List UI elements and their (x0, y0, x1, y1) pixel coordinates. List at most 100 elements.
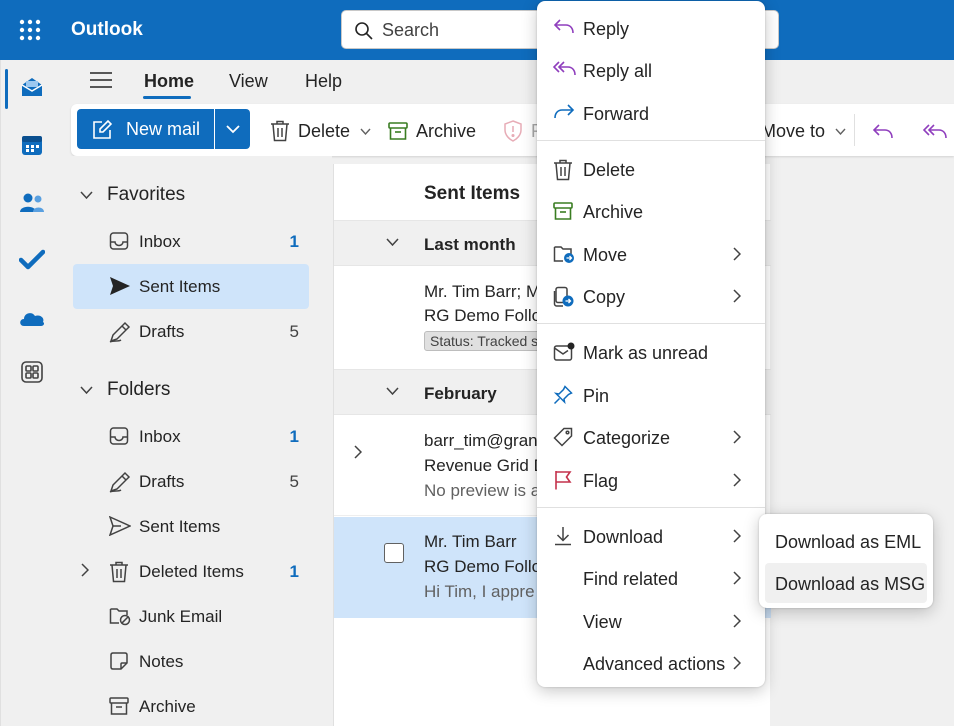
new-mail-dropdown-button[interactable] (215, 109, 250, 149)
reply-all-icon (553, 60, 577, 78)
folder-label: Drafts (139, 472, 185, 491)
folder-item-notes[interactable]: Notes (73, 639, 309, 684)
menu-item-move[interactable]: Move (537, 233, 765, 275)
favorite-item-sent-items[interactable]: Sent Items (73, 264, 309, 309)
menu-item-label: Copy (583, 287, 626, 307)
rail-active-indicator (5, 69, 8, 109)
menu-item-categorize[interactable]: Categorize (537, 416, 765, 458)
folder-item-junk-email[interactable]: Junk Email (73, 594, 309, 639)
menu-item-mark-as-unread[interactable]: Mark as unread (537, 331, 765, 373)
menu-item-copy[interactable]: Copy (537, 275, 765, 317)
todo-app-icon[interactable] (17, 245, 47, 275)
folder-label: Sent Items (139, 517, 221, 536)
menu-item-label: Reply (583, 19, 630, 39)
pin-icon (553, 385, 573, 405)
favorite-item-drafts[interactable]: Drafts 5 (73, 309, 309, 354)
new-mail-button[interactable]: New mail (77, 109, 214, 149)
tab-help[interactable]: Help (305, 71, 342, 92)
menu-item-view[interactable]: View (537, 600, 765, 642)
chevron-right-icon[interactable] (81, 563, 89, 577)
app-launcher-icon[interactable] (18, 18, 42, 42)
folder-item-archive[interactable]: Archive (73, 684, 309, 726)
mark-unread-icon (553, 342, 575, 362)
folder-label: Inbox (139, 427, 181, 446)
menu-item-label: Find related (583, 569, 679, 589)
calendar-app-icon[interactable] (17, 130, 47, 160)
new-mail-label: New mail (126, 119, 201, 139)
menu-item-label: Archive (583, 202, 644, 222)
folders-header[interactable]: Folders (80, 379, 170, 401)
more-apps-icon[interactable] (17, 357, 47, 387)
status-badge: Status: Tracked s (424, 331, 545, 351)
menu-item-label: Reply all (583, 61, 653, 81)
inbox-icon (109, 426, 129, 446)
favorites-header[interactable]: Favorites (80, 184, 185, 206)
menu-item-pin[interactable]: Pin (537, 374, 765, 416)
folder-label: Junk Email (139, 607, 223, 626)
menu-item-flag[interactable]: Flag (537, 459, 765, 501)
tab-view[interactable]: View (229, 71, 268, 92)
message-subject: Revenue Grid D (424, 456, 546, 475)
chevron-down-icon (386, 238, 399, 246)
drafts-icon (109, 471, 131, 493)
folder-item-deleted-items[interactable]: Deleted Items 1 (73, 549, 309, 594)
chevron-right-icon (733, 614, 741, 628)
notes-icon (109, 651, 129, 671)
menu-item-forward[interactable]: Forward (537, 92, 765, 134)
ribbon-tabs: Home View Help (62, 60, 954, 104)
copy-icon (553, 286, 575, 308)
favorite-item-inbox[interactable]: Inbox 1 (73, 219, 309, 264)
hamburger-menu-icon[interactable] (90, 71, 112, 89)
archive-button[interactable]: Archive (388, 119, 476, 143)
onedrive-app-icon[interactable] (17, 303, 47, 333)
menu-item-label: Mark as unread (583, 343, 709, 363)
search-input[interactable] (382, 18, 562, 42)
menu-item-archive[interactable]: Archive (537, 190, 765, 232)
inbox-icon (109, 231, 129, 251)
message-checkbox[interactable] (384, 543, 404, 563)
menu-divider (537, 323, 765, 324)
delete-button[interactable]: Delete (270, 119, 371, 143)
message-preview: Hi Tim, I appre (424, 582, 535, 601)
unread-count: 1 (289, 232, 299, 251)
reply-all-button[interactable] (922, 120, 948, 144)
mail-app-icon[interactable] (17, 72, 47, 102)
menu-divider (537, 507, 765, 508)
people-app-icon[interactable] (17, 188, 47, 218)
folder-item-drafts[interactable]: Drafts 5 (73, 459, 309, 504)
expand-thread-icon[interactable] (354, 445, 362, 459)
menu-item-find-related[interactable]: Find related (537, 557, 765, 599)
folder-label: Sent Items (139, 277, 221, 296)
message-list-title: Sent Items (424, 183, 521, 204)
shield-icon (503, 120, 523, 142)
reply-button[interactable] (872, 120, 894, 144)
folder-item-inbox[interactable]: Inbox 1 (73, 414, 309, 459)
menu-item-delete[interactable]: Delete (537, 148, 765, 190)
download-as-msg-option[interactable]: Download as MSG (765, 563, 927, 603)
move-to-button[interactable]: Move to (761, 119, 846, 143)
menu-item-advanced-actions[interactable]: Advanced actions (537, 642, 765, 684)
context-menu: Reply Reply all Forward Delete Archive M… (537, 1, 765, 687)
tag-icon (553, 427, 573, 447)
menu-item-reply[interactable]: Reply (537, 7, 765, 49)
app-title[interactable]: Outlook (71, 19, 143, 41)
reply-icon (872, 123, 894, 141)
move-icon (553, 244, 575, 264)
draft-count: 5 (289, 322, 299, 341)
folder-item-sent-items[interactable]: Sent Items (73, 504, 309, 549)
message-subject: RG Demo Follo (424, 306, 542, 325)
chevron-down-icon (386, 387, 399, 395)
menu-item-download[interactable]: Download (537, 515, 765, 557)
tab-home[interactable]: Home (144, 71, 194, 92)
chevron-down-icon (835, 128, 846, 135)
menu-item-label: Categorize (583, 428, 671, 448)
menu-item-reply-all[interactable]: Reply all (537, 49, 765, 91)
menu-item-label: Delete (583, 160, 636, 180)
download-as-eml-option[interactable]: Download as EML (765, 521, 927, 561)
chevron-down-icon (225, 124, 240, 134)
send-icon (109, 516, 131, 536)
group-label: February (424, 384, 497, 403)
menu-item-label: Advanced actions (583, 654, 726, 674)
menu-item-label: Forward (583, 104, 650, 124)
archive-icon (553, 201, 573, 221)
